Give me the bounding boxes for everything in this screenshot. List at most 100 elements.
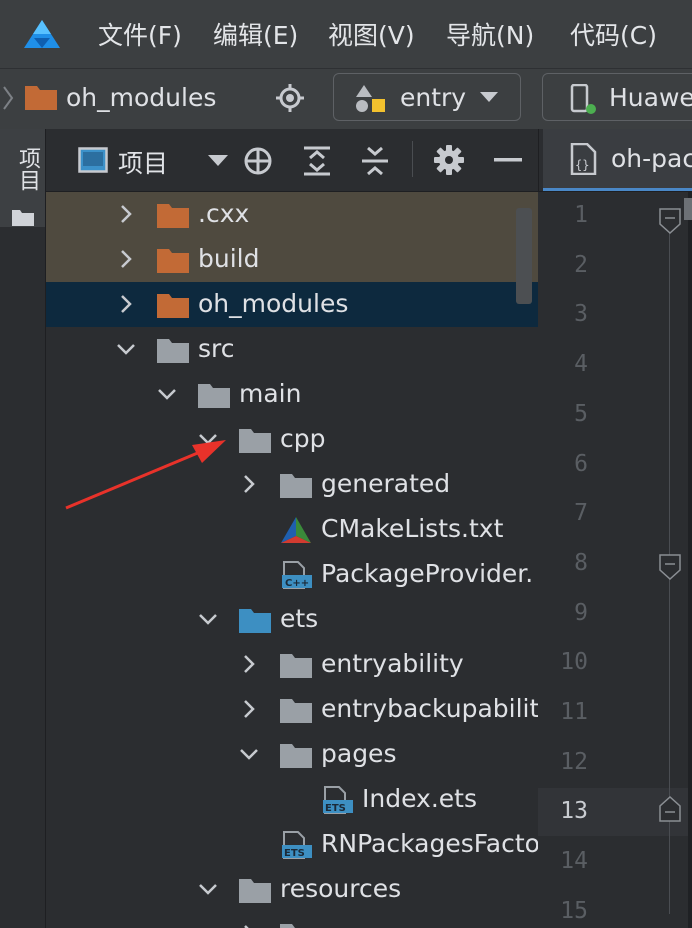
chevron-right-icon[interactable] (239, 699, 259, 719)
line-number: 7 (574, 500, 588, 527)
collapse-all-icon[interactable] (360, 145, 390, 177)
cpp-file-icon: C++ (279, 561, 313, 589)
line-number: 1 (574, 202, 588, 228)
deveco-logo-icon[interactable] (22, 18, 62, 50)
editor-tab-label: oh-pac (611, 144, 692, 173)
tree-scrollbar-thumb[interactable] (516, 208, 532, 304)
chevron-right-icon[interactable] (116, 204, 136, 224)
ets-file-icon: ETS (320, 786, 354, 814)
tree-row[interactable]: .cxx (46, 192, 538, 237)
gear-icon[interactable] (434, 145, 464, 175)
menu-bar: 文件(F) 编辑(E) 视图(V) 导航(N) 代码(C) (0, 0, 692, 68)
folder-icon (279, 696, 313, 724)
menu-edit[interactable]: 编辑(E) (213, 16, 298, 52)
tree-row[interactable]: CMakeLists.txt (46, 507, 538, 552)
tree-row[interactable]: main (46, 372, 538, 417)
expand-all-icon[interactable] (302, 145, 332, 177)
chevron-right-icon[interactable] (239, 474, 259, 494)
tree-row-label: entryability (321, 649, 464, 678)
line-number: 6 (574, 450, 588, 477)
folder-icon (279, 921, 313, 928)
tree-row[interactable]: ETS Index.ets (46, 777, 538, 822)
menu-navigate[interactable]: 导航(N) (446, 16, 534, 52)
line-number: 5 (574, 400, 588, 427)
module-selector[interactable]: entry (333, 73, 521, 121)
project-tool-tab-label: 项目 (15, 147, 40, 191)
fold-marker-icon[interactable] (659, 554, 681, 580)
line-number: 15 (560, 897, 588, 924)
chevron-down-icon[interactable] (116, 339, 136, 359)
project-tool-tab[interactable]: 项目 (0, 129, 45, 227)
tree-row[interactable]: pages (46, 732, 538, 777)
locate-target-icon[interactable] (275, 83, 305, 113)
tree-row-label: cpp (280, 424, 326, 453)
tree-row[interactable]: entryability (46, 642, 538, 687)
folder-orange-icon (156, 201, 190, 229)
chevron-right-icon[interactable] (116, 249, 136, 269)
chevron-right-icon[interactable] (239, 924, 259, 928)
module-shapes-icon (356, 85, 385, 112)
line-number: 2 (574, 251, 588, 278)
tree-row[interactable]: oh_modules (46, 282, 538, 327)
project-panel-header: 项目 (46, 129, 538, 192)
line-number: 8 (574, 549, 588, 576)
active-tab-indicator (543, 188, 692, 191)
folder-icon (156, 336, 190, 364)
select-opened-file-icon[interactable] (242, 145, 274, 177)
tree-row[interactable]: ets (46, 597, 538, 642)
folder-orange-icon (156, 246, 190, 274)
tree-row[interactable]: C++ PackageProvider. (46, 552, 538, 597)
tree-row[interactable]: entrybackupabilit (46, 687, 538, 732)
tree-row[interactable]: cpp (46, 417, 538, 462)
tree-row-label: PackageProvider. (321, 559, 534, 588)
folder-icon (238, 426, 272, 454)
tree-row[interactable]: src (46, 327, 538, 372)
cmake-icon (279, 516, 313, 544)
line-number: 14 (560, 848, 588, 875)
tree-row[interactable]: generated (46, 462, 538, 507)
project-tree[interactable]: resources ETS RNPackagesFacto ETS Index.ets p… (46, 192, 538, 928)
minimize-panel-icon[interactable] (494, 158, 522, 162)
tree-row[interactable]: resources (46, 867, 538, 912)
chevron-down-icon[interactable] (198, 429, 218, 449)
chevron-right-icon (3, 86, 14, 110)
fold-marker-icon[interactable] (659, 208, 681, 234)
line-number: 12 (560, 748, 588, 775)
view-dropdown-icon[interactable] (208, 155, 228, 167)
breadcrumb-oh-modules[interactable]: oh_modules (66, 83, 216, 112)
line-number: 13 (560, 798, 588, 825)
menu-code[interactable]: 代码(C) (570, 16, 657, 52)
menu-view[interactable]: 视图(V) (328, 16, 415, 52)
folder-blue-icon (238, 606, 272, 634)
chevron-right-icon[interactable] (239, 654, 259, 674)
menu-file[interactable]: 文件(F) (98, 16, 182, 52)
tree-row[interactable]: ETS RNPackagesFacto (46, 822, 538, 867)
fold-end-marker-icon[interactable] (659, 796, 681, 822)
chevron-right-icon[interactable] (116, 294, 136, 314)
svg-text:ETS: ETS (325, 803, 346, 814)
folder-icon (12, 210, 34, 226)
code-area-edge[interactable] (688, 192, 692, 928)
device-selector-label: Huawei (609, 83, 692, 112)
tree-row-label: entrybackupabilit (321, 694, 538, 723)
tree-row[interactable] (46, 912, 538, 928)
svg-text:ETS: ETS (284, 848, 305, 859)
svg-text:C++: C++ (285, 578, 309, 589)
folder-icon (238, 876, 272, 904)
chevron-down-icon[interactable] (198, 879, 218, 899)
folder-icon (197, 381, 231, 409)
editor-tab-oh-package[interactable]: {} oh-pac (543, 129, 692, 191)
chevron-down-icon[interactable] (157, 384, 177, 404)
chevron-down-icon[interactable] (198, 609, 218, 629)
tree-row-label: oh_modules (198, 289, 349, 318)
tree-row-label: CMakeLists.txt (321, 514, 504, 543)
tree-row[interactable]: build (46, 237, 538, 282)
line-number: 10 (560, 649, 588, 676)
line-number: 11 (560, 699, 588, 725)
device-selector[interactable]: Huawei (542, 73, 692, 121)
chevron-down-icon[interactable] (239, 744, 259, 764)
line-number: 4 (574, 351, 588, 378)
module-selector-label: entry (400, 83, 467, 112)
ets-file-icon: ETS (279, 831, 313, 859)
project-view-icon (78, 147, 108, 173)
